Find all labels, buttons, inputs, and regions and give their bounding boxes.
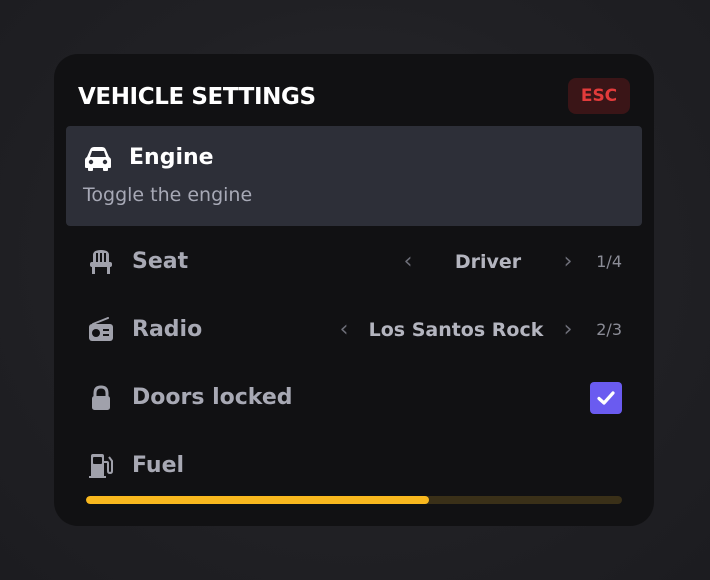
menu-item-seat[interactable]: Seat ‹ Driver › 1/4 bbox=[66, 232, 642, 292]
seat-next-button[interactable]: › bbox=[558, 250, 578, 274]
menu-item-fuel: Fuel bbox=[66, 436, 642, 516]
doors-locked-checkbox[interactable] bbox=[590, 382, 622, 414]
radio-count: 2/3 bbox=[596, 320, 622, 339]
car-icon bbox=[84, 146, 112, 172]
seat-prev-button[interactable]: ‹ bbox=[398, 250, 418, 274]
seat-label: Seat bbox=[132, 249, 189, 274]
doors-locked-label: Doors locked bbox=[132, 385, 293, 410]
radio-icon bbox=[88, 317, 114, 343]
radio-label: Radio bbox=[132, 317, 203, 342]
radio-value: Los Santos Rock bbox=[368, 319, 544, 341]
fuel-label: Fuel bbox=[132, 453, 185, 478]
panel-header: VEHICLE SETTINGS ESC bbox=[78, 78, 630, 114]
panel-title: VEHICLE SETTINGS bbox=[78, 84, 316, 110]
fuel-pump-icon bbox=[88, 453, 114, 479]
menu-item-radio[interactable]: Radio ‹ Los Santos Rock › 2/3 bbox=[66, 300, 642, 360]
checkmark-icon bbox=[597, 391, 615, 405]
fuel-bar-track bbox=[86, 496, 622, 504]
seat-icon bbox=[88, 249, 114, 275]
esc-close-button[interactable]: ESC bbox=[568, 78, 630, 114]
menu-item-engine[interactable]: Engine Toggle the engine bbox=[66, 126, 642, 226]
menu-item-doors-locked[interactable]: Doors locked bbox=[66, 368, 642, 428]
engine-description: Toggle the engine bbox=[83, 184, 253, 206]
vehicle-settings-panel: VEHICLE SETTINGS ESC Engine Toggle the e… bbox=[54, 54, 654, 526]
seat-value: Driver bbox=[454, 251, 522, 273]
fuel-bar-fill bbox=[86, 496, 430, 504]
radio-next-button[interactable]: › bbox=[558, 318, 578, 342]
radio-prev-button[interactable]: ‹ bbox=[334, 318, 354, 342]
seat-count: 1/4 bbox=[596, 252, 622, 271]
engine-label: Engine bbox=[129, 145, 214, 170]
lock-icon bbox=[88, 385, 114, 411]
